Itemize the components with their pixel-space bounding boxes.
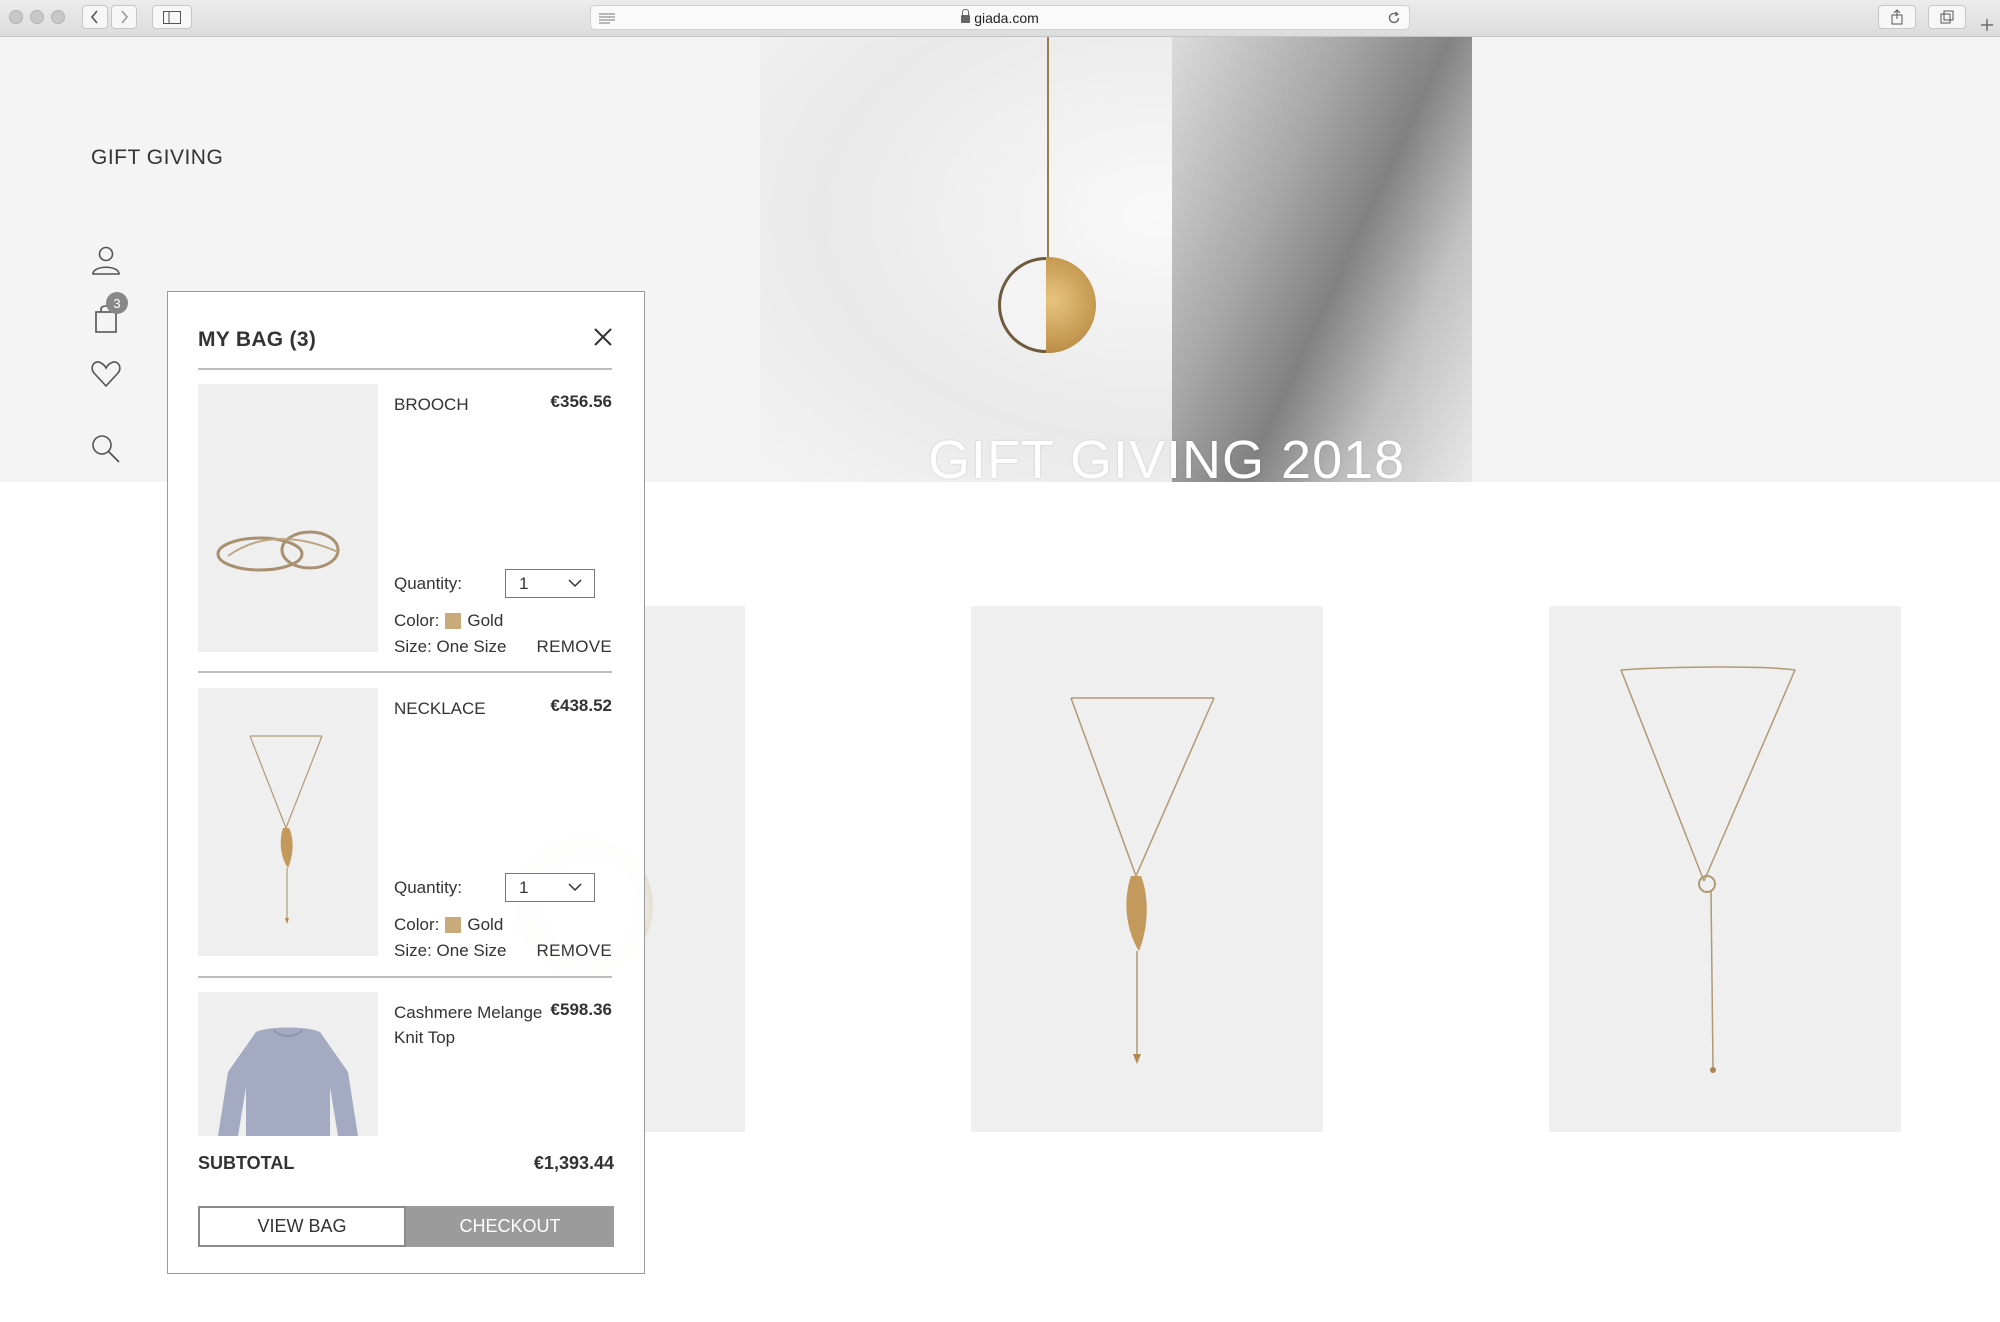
quantity-select[interactable]: 1 — [505, 569, 595, 598]
quantity-label: Quantity: — [394, 574, 463, 593]
size-text: Size: One Size — [394, 941, 507, 960]
chevron-down-icon — [568, 883, 582, 892]
heart-icon[interactable] — [90, 358, 122, 390]
chevron-right-icon — [121, 10, 129, 24]
sidebar-toggle-button[interactable] — [152, 5, 192, 29]
reader-icon — [599, 13, 615, 24]
color-row: Color: Gold — [394, 611, 503, 631]
item-price: €598.36 — [550, 1000, 612, 1019]
hero-pendant-image — [998, 257, 1096, 353]
window-zoom-button[interactable] — [51, 10, 65, 24]
forward-button[interactable] — [111, 5, 137, 29]
bag-item: Cashmere Melange Knit Top €598.36 — [198, 992, 612, 1136]
search-icon[interactable] — [90, 433, 122, 465]
item-name[interactable]: NECKLACE — [394, 696, 544, 721]
window-close-button[interactable] — [9, 10, 23, 24]
color-value: Gold — [467, 611, 504, 630]
page-title: GIFT GIVING — [91, 146, 224, 169]
divider — [198, 671, 612, 673]
url-text: giada.com — [974, 9, 1039, 26]
close-icon[interactable] — [589, 323, 617, 351]
bag-item: NECKLACE €438.52 Quantity: 1 Color: Gold… — [198, 688, 612, 968]
remove-button[interactable]: REMOVE — [537, 941, 612, 961]
browser-toolbar: giada.com — [0, 0, 2000, 37]
reload-icon[interactable] — [1387, 11, 1401, 25]
hero-title: GIFT GIVING 2018 — [928, 430, 1406, 482]
bag-title: MY BAG (3) — [198, 328, 317, 351]
checkout-button[interactable]: CHECKOUT — [406, 1206, 614, 1247]
knit-top-image — [218, 1027, 358, 1136]
item-name[interactable]: Cashmere Melange Knit Top — [394, 1000, 544, 1050]
my-bag-panel: MY BAG (3) BROOCH €356.56 Quantity: 1 Co… — [167, 291, 645, 1274]
tabs-icon — [1940, 10, 1954, 24]
hero-fabric-image — [1172, 37, 1472, 482]
quantity-label: Quantity: — [394, 878, 463, 897]
bag-count-badge: 3 — [106, 292, 128, 314]
bag-item: BROOCH €356.56 Quantity: 1 Color: Gold S… — [198, 384, 612, 664]
view-bag-button[interactable]: VIEW BAG — [198, 1206, 406, 1247]
size-text: Size: One Size — [394, 637, 507, 656]
divider — [198, 976, 612, 978]
quantity-select[interactable]: 1 — [505, 873, 595, 902]
share-button[interactable] — [1878, 5, 1916, 29]
chevron-left-icon — [90, 10, 98, 24]
back-button[interactable] — [82, 5, 108, 29]
product-image-necklace — [1070, 697, 1215, 1064]
item-price: €356.56 — [550, 392, 612, 411]
share-icon — [1891, 9, 1903, 25]
product-card[interactable] — [1549, 606, 1901, 1132]
item-thumbnail[interactable] — [198, 992, 378, 1136]
subtotal-label: SUBTOTAL — [198, 1153, 295, 1173]
chevron-down-icon — [568, 579, 582, 588]
subtotal-value: €1,393.44 — [533, 1153, 614, 1173]
tabs-button[interactable] — [1928, 5, 1966, 29]
color-value: Gold — [467, 915, 504, 934]
item-price: €438.52 — [550, 696, 612, 715]
item-name[interactable]: BROOCH — [394, 392, 544, 417]
item-thumbnail[interactable] — [198, 688, 378, 956]
quantity-value: 1 — [519, 878, 529, 897]
account-icon[interactable] — [90, 244, 122, 276]
necklace-image — [249, 735, 323, 924]
new-tab-icon[interactable] — [1980, 18, 1994, 32]
remove-button[interactable]: REMOVE — [537, 637, 612, 657]
quantity-value: 1 — [519, 574, 529, 593]
window-minimize-button[interactable] — [30, 10, 44, 24]
sidebar-icon — [163, 10, 181, 24]
color-swatch — [445, 917, 462, 933]
product-image-necklace — [1620, 666, 1796, 1073]
divider — [198, 368, 612, 370]
lock-icon — [961, 8, 971, 23]
brooch-image — [216, 530, 340, 572]
color-label: Color: — [394, 611, 440, 630]
color-row: Color: Gold — [394, 915, 503, 935]
color-swatch — [445, 613, 462, 629]
product-card[interactable] — [971, 606, 1323, 1132]
item-thumbnail[interactable] — [198, 384, 378, 652]
hero-chain — [1047, 37, 1049, 267]
color-label: Color: — [394, 915, 440, 934]
address-bar[interactable]: giada.com — [590, 5, 1410, 30]
